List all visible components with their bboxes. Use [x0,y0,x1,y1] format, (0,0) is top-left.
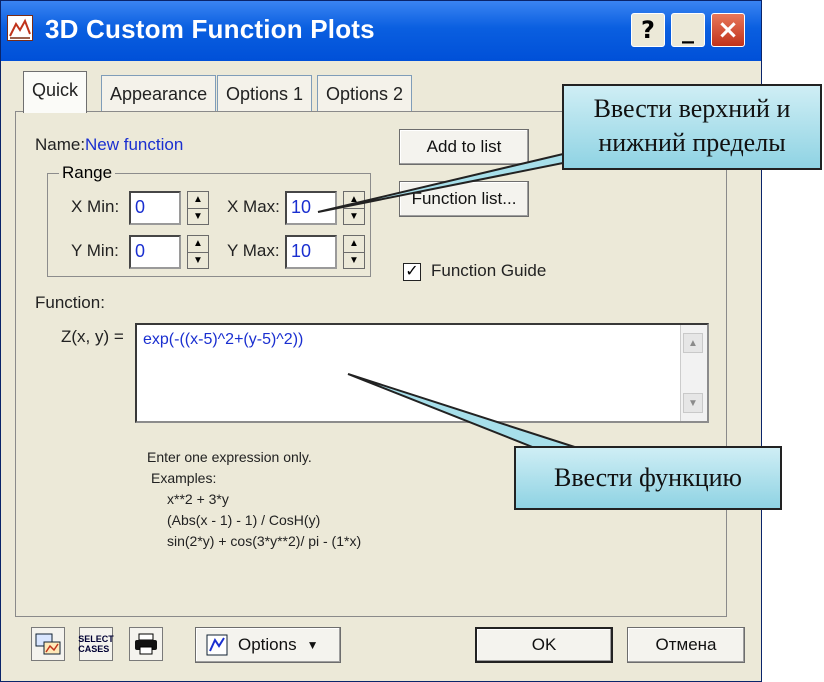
vertical-scrollbar[interactable]: ▲ ▼ [680,325,707,421]
title-bar[interactable]: 3D Custom Function Plots ? _ × [1,1,761,61]
function-callout: Ввести функцию [514,446,782,510]
printer-icon[interactable] [129,627,163,661]
hint-examples-label: Examples: [151,470,217,486]
tab-appearance[interactable]: Appearance [101,75,217,111]
y-max-label: Y Max: [227,241,280,260]
add-to-list-button[interactable]: Add to list [399,129,529,165]
y-max-input[interactable]: 10 [285,235,337,269]
function-label: Function: [35,293,105,312]
x-max-label: X Max: [227,197,280,216]
function-textarea[interactable]: exp(-((x-5)^2+(y-5)^2)) ▲ ▼ [135,323,709,423]
options-button-label: Options [238,635,297,654]
y-min-spinner[interactable]: ▲ ▼ [187,235,209,269]
scroll-down-icon[interactable]: ▼ [683,393,703,413]
spin-down-icon[interactable]: ▼ [188,209,208,225]
window-title: 3D Custom Function Plots [45,14,375,44]
limits-callout: Ввести верхний и нижний пределы [562,84,822,170]
y-min-input[interactable]: 0 [129,235,181,269]
hint-example: x**2 + 3*y [167,491,229,507]
spin-up-icon[interactable]: ▲ [344,192,364,209]
dropdown-arrow-icon: ▼ [306,638,319,652]
close-button[interactable]: × [711,13,745,47]
z-label: Z(x, y) = [61,327,124,346]
chart-options-icon [206,634,228,656]
spin-down-icon[interactable]: ▼ [188,253,208,269]
expression-hints: Enter one expression only. Examples: x**… [147,447,361,552]
x-max-input[interactable]: 10 [285,191,337,225]
hint-line: Enter one expression only. [147,449,312,465]
cancel-button[interactable]: Отмена [627,627,745,663]
function-guide-label: Function Guide [431,261,547,280]
range-group-title: Range [59,163,116,183]
y-min-label: Y Min: [71,241,119,260]
hint-example: sin(2*y) + cos(3*y**2)/ pi - (1*x) [167,533,362,549]
function-name-value[interactable]: New function [85,135,183,155]
x-min-spinner[interactable]: ▲ ▼ [187,191,209,225]
function-list-button[interactable]: Function list... [399,181,529,217]
x-max-spinner[interactable]: ▲ ▼ [343,191,365,225]
minimize-button[interactable]: _ [671,13,705,47]
spin-up-icon[interactable]: ▲ [188,192,208,209]
y-max-spinner[interactable]: ▲ ▼ [343,235,365,269]
scroll-up-icon[interactable]: ▲ [683,333,703,353]
name-label: Name: [35,135,86,154]
x-min-input[interactable]: 0 [129,191,181,225]
help-button[interactable]: ? [631,13,665,47]
graph-icon[interactable] [31,627,65,661]
ok-button[interactable]: OK [475,627,613,663]
x-min-label: X Min: [71,197,120,216]
function-guide-checkbox[interactable]: ✓ [403,263,421,281]
tab-options-1[interactable]: Options 1 [217,75,313,111]
function-expression[interactable]: exp(-((x-5)^2+(y-5)^2)) [143,331,303,349]
select-cases-icon[interactable]: SELECT CASES [78,627,114,661]
spin-up-icon[interactable]: ▲ [344,236,364,253]
options-dropdown-button[interactable]: Options ▼ [195,627,341,663]
spin-up-icon[interactable]: ▲ [188,236,208,253]
tab-options-2[interactable]: Options 2 [317,75,413,111]
spin-down-icon[interactable]: ▼ [344,209,364,225]
tab-quick[interactable]: Quick [23,71,88,113]
spin-down-icon[interactable]: ▼ [344,253,364,269]
app-icon [7,15,33,41]
hint-example: (Abs(x - 1) - 1) / CosH(y) [167,512,321,528]
